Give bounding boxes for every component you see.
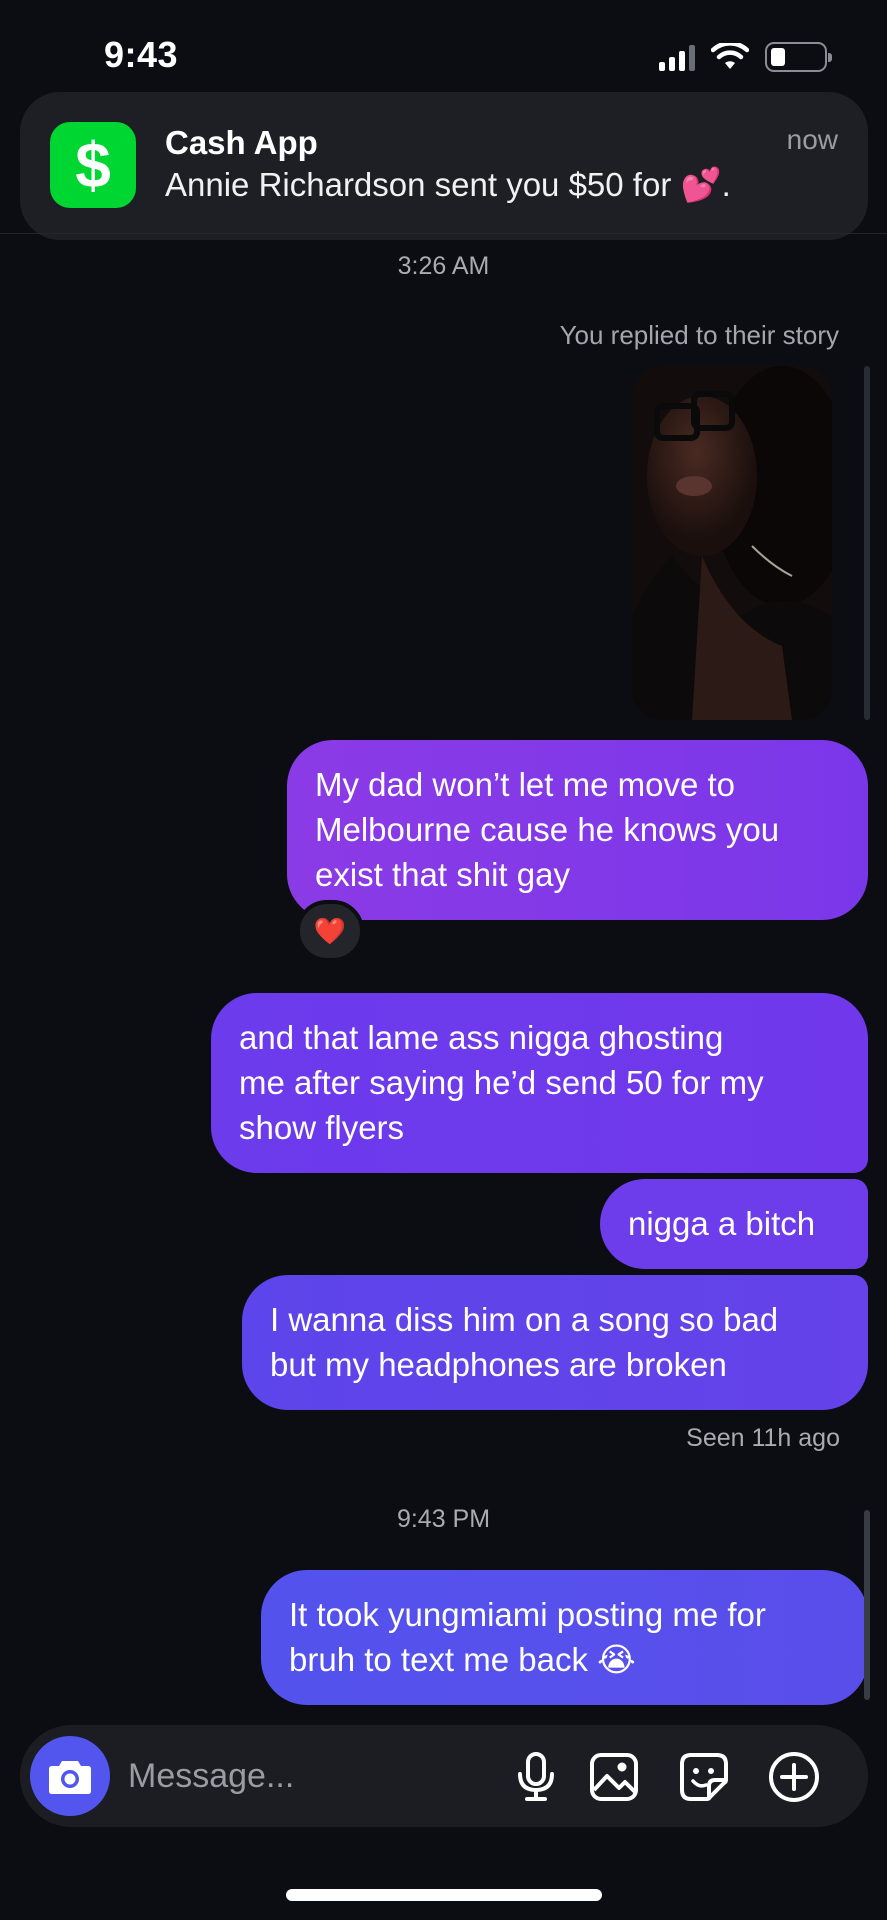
cash-app-icon: $ <box>50 122 136 208</box>
message-bubble[interactable]: nigga a bitch <box>600 1179 868 1269</box>
scroll-indicator <box>864 366 870 720</box>
scroll-indicator <box>864 1510 870 1700</box>
notification-title: Cash App <box>165 124 318 161</box>
wifi-icon <box>711 43 749 69</box>
home-indicator[interactable] <box>286 1889 602 1901</box>
message-input[interactable] <box>128 1751 488 1801</box>
status-icons <box>659 42 832 72</box>
microphone-icon <box>518 1752 554 1801</box>
add-button[interactable] <box>766 1749 822 1805</box>
gallery-button[interactable] <box>586 1749 642 1805</box>
microphone-button[interactable] <box>508 1749 564 1805</box>
sticker-icon <box>680 1753 728 1801</box>
message-composer <box>20 1725 868 1827</box>
thread-timestamp: 3:26 AM <box>397 252 490 280</box>
heart-reaction-icon[interactable]: ❤️ <box>296 900 364 962</box>
notification-body: Annie Richardson sent you $50 for 💕. <box>165 166 731 203</box>
sticker-button[interactable] <box>676 1749 732 1805</box>
status-time: 9:43 <box>104 34 179 75</box>
message-bubble[interactable]: It took yungmiami posting me for bruh to… <box>261 1570 868 1705</box>
thread-timestamp: 9:43 PM <box>396 1505 491 1533</box>
cellular-signal-icon <box>659 43 695 71</box>
message-bubble[interactable]: My dad won’t let me move to Melbourne ca… <box>287 740 868 920</box>
notification-banner[interactable]: $ Cash App Annie Richardson sent you $50… <box>20 92 868 240</box>
story-reply-caption: You replied to their story <box>559 320 839 350</box>
header-divider <box>0 233 887 234</box>
battery-icon <box>765 42 832 72</box>
notification-time: now <box>786 124 838 155</box>
message-bubble[interactable]: and that lame ass nigga ghosting me afte… <box>211 993 868 1173</box>
story-thumbnail[interactable] <box>632 366 832 720</box>
seen-status: Seen 11h ago <box>686 1424 840 1452</box>
camera-button[interactable] <box>30 1736 110 1816</box>
add-icon <box>769 1752 819 1802</box>
camera-icon <box>49 1761 91 1794</box>
gallery-icon <box>590 1753 638 1801</box>
message-bubble[interactable]: I wanna diss him on a song so bad but my… <box>242 1275 868 1410</box>
